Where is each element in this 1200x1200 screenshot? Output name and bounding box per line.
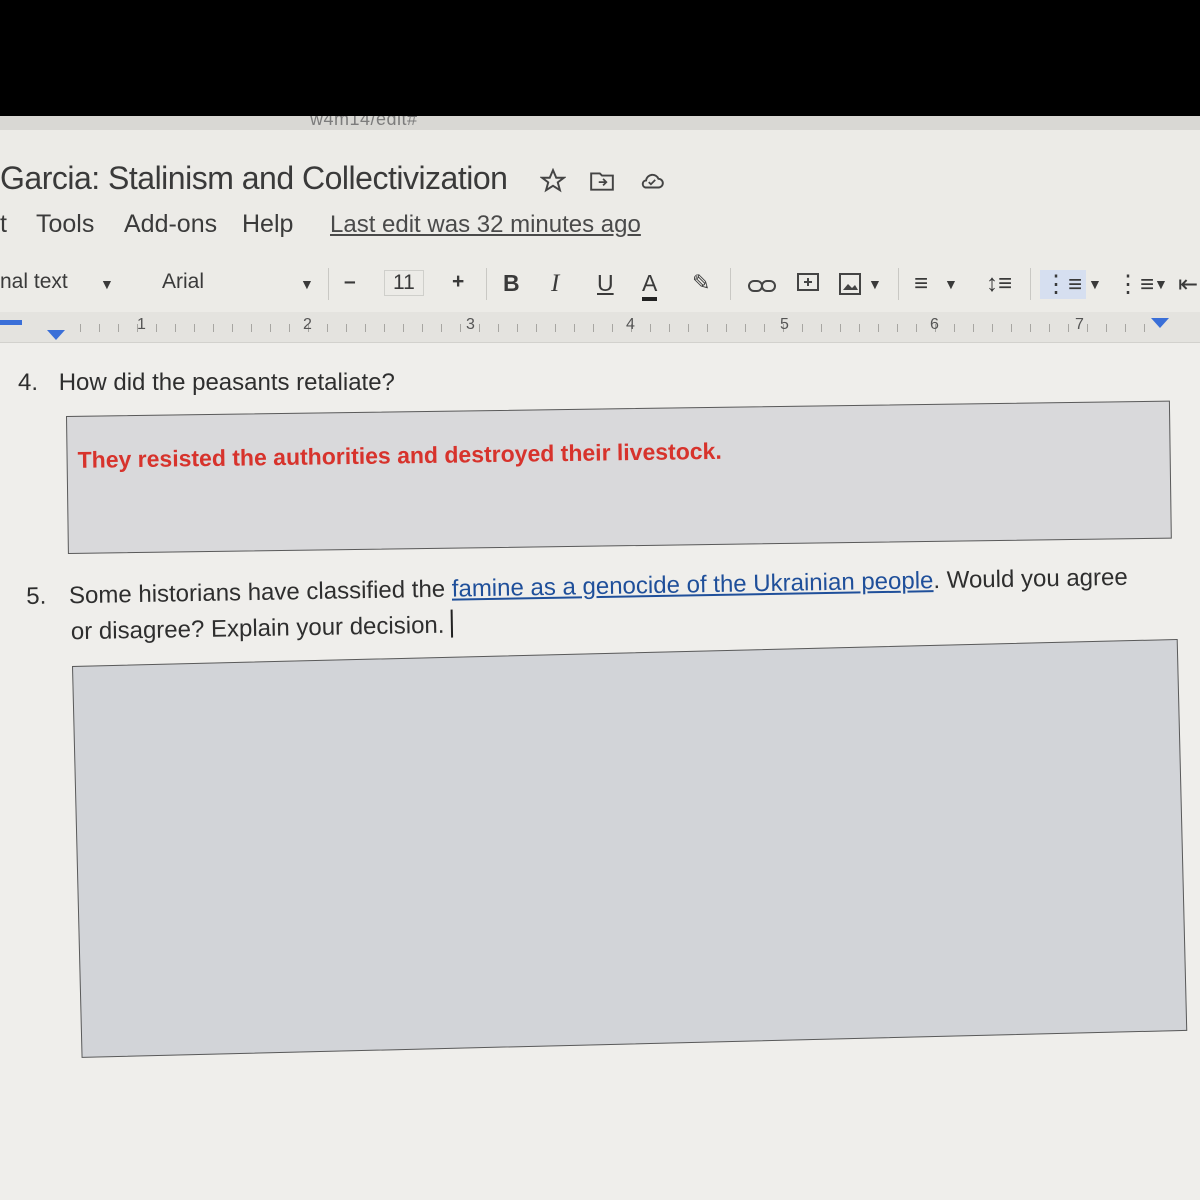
move-to-folder-icon[interactable]	[588, 168, 616, 194]
ruler-number: 4	[626, 316, 635, 333]
menu-item-format[interactable]: t	[0, 210, 7, 239]
indent-icon[interactable]: ⇤	[1178, 270, 1198, 299]
chevron-down-icon[interactable]: ▼	[1088, 276, 1102, 292]
question-number: 5.	[26, 582, 47, 610]
answer-box-5[interactable]	[72, 638, 1188, 1058]
italic-button[interactable]: I	[551, 270, 559, 298]
cloud-saved-icon[interactable]	[638, 168, 666, 194]
font-dropdown[interactable]: Arial	[162, 270, 204, 294]
title-icons	[540, 168, 666, 194]
ruler-number: 2	[303, 316, 312, 333]
text-color-button[interactable]: A	[642, 270, 658, 301]
ruler-number: 7	[1075, 316, 1084, 333]
chevron-down-icon[interactable]: ▼	[1154, 276, 1168, 292]
right-indent-marker-icon[interactable]	[1151, 318, 1169, 328]
star-icon[interactable]	[540, 168, 566, 194]
question-number: 4.	[18, 369, 39, 396]
last-edit-link[interactable]: Last edit was 32 minutes ago	[330, 211, 641, 239]
famine-link[interactable]: famine as a genocide of the Ukrainian pe…	[452, 567, 934, 602]
underline-button[interactable]: U	[597, 270, 614, 297]
ruler-number: 6	[930, 316, 939, 333]
bold-button[interactable]: B	[503, 270, 520, 297]
decrease-font-size-button[interactable]: –	[344, 270, 356, 294]
bulleted-list-icon[interactable]: ⋮≡	[1116, 270, 1154, 299]
menu-item-tools[interactable]: Tools	[36, 210, 94, 239]
ruler-margin-marker[interactable]	[0, 320, 22, 325]
line-spacing-icon[interactable]: ↕≡	[986, 270, 1012, 298]
menu-item-addons[interactable]: Add-ons	[124, 210, 217, 239]
ruler[interactable]: 1 2 3 4 5 6 7	[0, 312, 1200, 343]
question-text-cont: . Would you agree	[933, 563, 1128, 595]
insert-image-icon[interactable]	[838, 272, 862, 296]
ruler-number: 3	[466, 316, 475, 333]
ruler-number: 1	[137, 316, 146, 333]
question-5: 5. Some historians have classified the f…	[26, 560, 1129, 651]
document-title[interactable]: Garcia: Stalinism and Collectivization	[0, 160, 508, 197]
indent-marker-icon[interactable]	[47, 330, 65, 340]
answer-text: They resisted the authorities and destro…	[77, 437, 722, 473]
browser-screen: w4m14/edit# Garcia: Stalinism and Collec…	[0, 116, 1200, 1200]
font-size-input[interactable]: 11	[384, 270, 424, 296]
style-dropdown[interactable]: nal text	[0, 270, 68, 294]
chevron-down-icon[interactable]: ▼	[868, 276, 882, 292]
text-cursor	[450, 609, 453, 638]
chevron-down-icon[interactable]: ▼	[300, 276, 314, 292]
question-text: How did the peasants retaliate?	[58, 369, 395, 396]
align-icon[interactable]: ≡	[914, 270, 928, 298]
question-text: Some historians have classified the	[68, 575, 453, 610]
question-4: 4. How did the peasants retaliate?	[18, 369, 395, 397]
address-bar[interactable]: w4m14/edit#	[0, 116, 1200, 130]
numbered-list-icon[interactable]: ⋮≡	[1040, 270, 1087, 299]
highlight-pen-icon[interactable]: ✎	[692, 270, 710, 296]
question-text-line2: or disagree? Explain your decision.	[70, 611, 445, 646]
increase-font-size-button[interactable]: +	[452, 270, 464, 294]
chevron-down-icon[interactable]: ▼	[100, 276, 114, 292]
document-body[interactable]: 4. How did the peasants retaliate? They …	[0, 343, 1200, 1200]
url-text: w4m14/edit#	[310, 116, 418, 129]
answer-box-4[interactable]: They resisted the authorities and destro…	[66, 400, 1172, 554]
menu-item-help[interactable]: Help	[242, 210, 293, 239]
chevron-down-icon[interactable]: ▼	[944, 276, 958, 292]
ruler-number: 5	[780, 316, 789, 333]
insert-comment-icon[interactable]	[796, 272, 820, 296]
link-icon[interactable]	[748, 278, 776, 294]
toolbar: nal text ▼ Arial ▼ – 11 + B I U A ✎ ▼ ≡ …	[0, 256, 1200, 314]
ruler-ticks	[80, 324, 1160, 332]
